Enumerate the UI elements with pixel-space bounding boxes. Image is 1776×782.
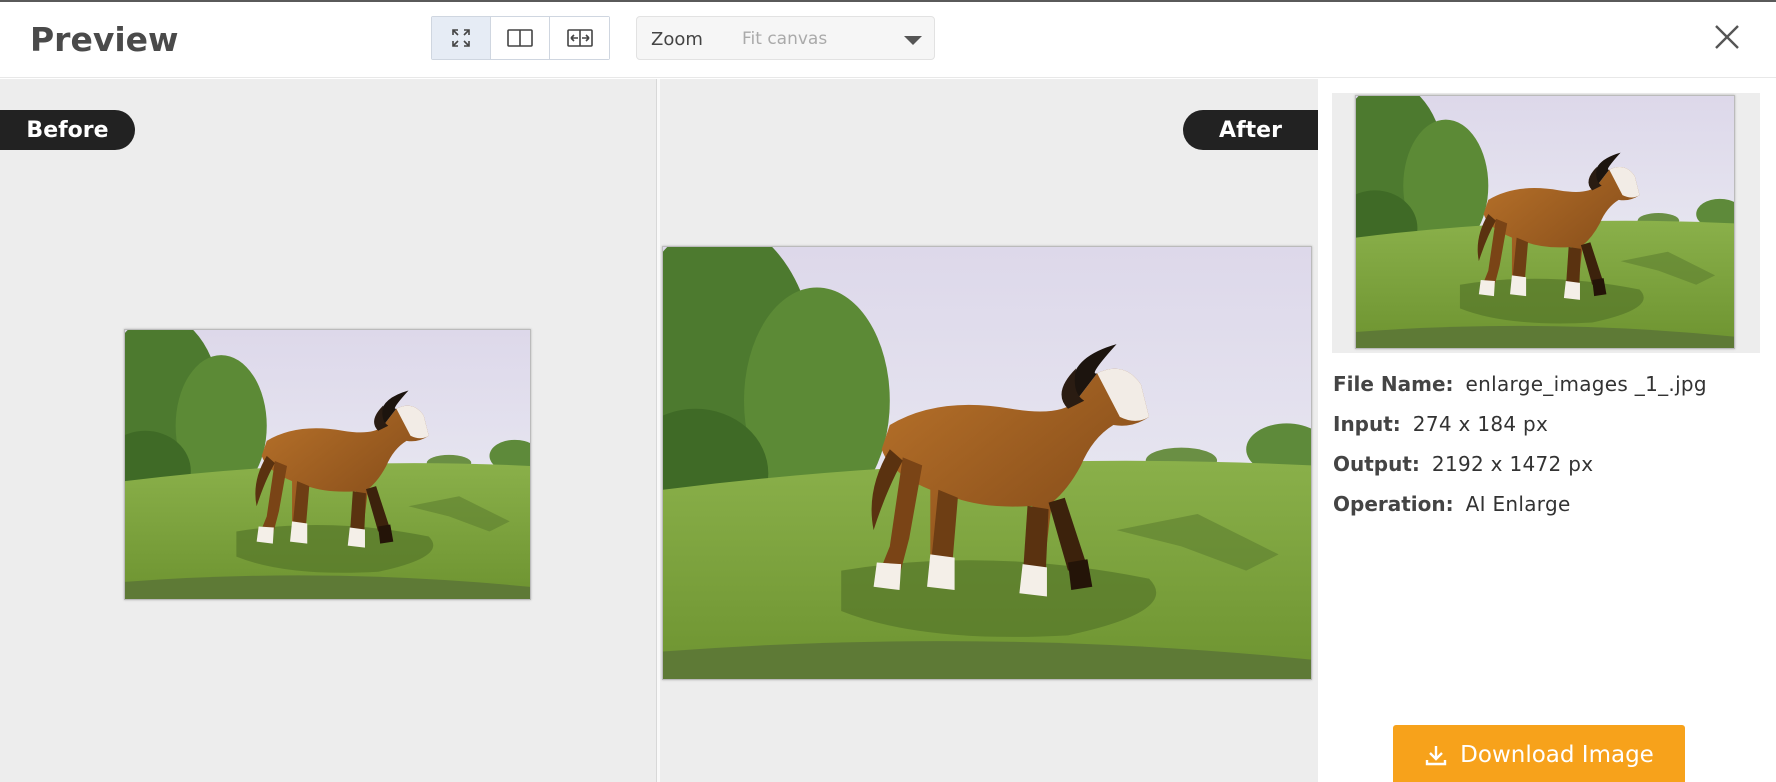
zoom-label: Zoom (651, 29, 703, 50)
view-mode-split-button[interactable] (491, 17, 550, 59)
view-mode-fit-button[interactable] (432, 17, 491, 59)
download-label: Download Image (1460, 742, 1654, 768)
thumbnail-image (1355, 95, 1735, 349)
info-output-key: Output: (1333, 452, 1420, 476)
close-icon (1715, 25, 1739, 49)
info-input-key: Input: (1333, 412, 1401, 436)
download-icon (1425, 746, 1447, 766)
compare-slider-icon (566, 29, 593, 47)
before-image (124, 329, 531, 600)
info-output-value: 2192 x 1472 px (1431, 452, 1594, 476)
chevron-down-icon (904, 36, 922, 45)
after-label: After (1183, 110, 1318, 150)
page-title: Preview (30, 20, 179, 59)
after-image (662, 246, 1312, 680)
info-operation: Operation: AI Enlarge (1333, 492, 1571, 516)
info-file-name-value: enlarge_images _1_.jpg (1465, 372, 1707, 396)
info-output: Output: 2192 x 1472 px (1333, 452, 1593, 476)
close-button[interactable] (1710, 20, 1744, 54)
info-input-value: 274 x 184 px (1412, 412, 1549, 436)
info-input: Input: 274 x 184 px (1333, 412, 1548, 436)
zoom-value: Fit canvas (742, 29, 828, 49)
info-file-name-key: File Name: (1333, 372, 1454, 396)
view-mode-group (431, 16, 610, 60)
view-mode-compare-button[interactable] (550, 17, 609, 59)
before-label: Before (0, 110, 135, 150)
info-operation-key: Operation: (1333, 492, 1454, 516)
info-operation-value: AI Enlarge (1465, 492, 1571, 516)
download-image-button[interactable]: Download Image (1393, 725, 1685, 782)
fit-icon (452, 29, 470, 47)
zoom-dropdown[interactable]: Zoom Fit canvas (636, 16, 935, 60)
info-file-name: File Name: enlarge_images _1_.jpg (1333, 372, 1707, 396)
split-view-icon (507, 29, 533, 47)
